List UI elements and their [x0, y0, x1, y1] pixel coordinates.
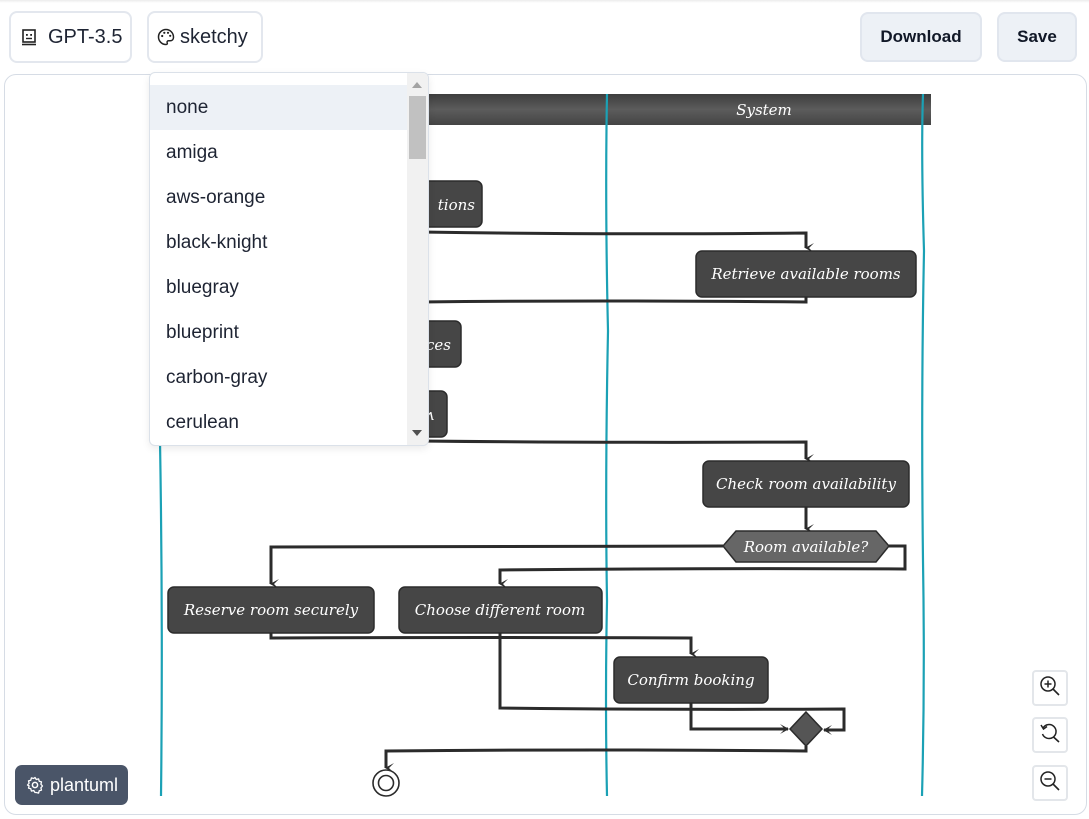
gear-icon	[26, 776, 44, 794]
decision-room-available: Room available?	[722, 530, 890, 563]
theme-dropdown[interactable]: none amiga aws-orange black-knight bluegray b…	[149, 72, 429, 446]
theme-option-aws-orange[interactable]: aws-orange	[150, 175, 408, 220]
theme-option-carbon-gray[interactable]: carbon-gray	[150, 355, 408, 400]
lane-divider-right	[920, 93, 926, 797]
theme-option-none[interactable]: none	[150, 85, 408, 130]
node-confirm-booking: Confirm booking	[613, 656, 769, 704]
dropdown-scrollbar[interactable]	[407, 73, 428, 445]
reset-zoom-button[interactable]	[1032, 717, 1068, 753]
lane-divider-middle	[604, 93, 610, 797]
save-button[interactable]: Save	[997, 12, 1077, 62]
reset-zoom-icon	[1039, 722, 1061, 749]
scroll-down-icon[interactable]	[412, 430, 422, 436]
theme-option-black-knight[interactable]: black-knight	[150, 220, 408, 265]
theme-label: sketchy	[180, 25, 248, 48]
zoom-in-icon	[1039, 675, 1061, 702]
edge-merge-to-end	[384, 746, 808, 773]
edge-options-to-retrieve	[420, 230, 814, 253]
edge-confirm-to-merge	[689, 703, 789, 734]
scroll-up-icon[interactable]	[412, 82, 422, 88]
scrollbar-thumb[interactable]	[409, 96, 426, 159]
model-selector[interactable]: GPT-3.5	[9, 11, 132, 63]
svg-text:tions: tions	[438, 196, 476, 214]
palette-icon	[157, 28, 175, 46]
svg-text:Confirm booking: Confirm booking	[627, 671, 754, 689]
lane-title-system: System	[736, 101, 792, 119]
theme-selector[interactable]: sketchy	[147, 11, 263, 63]
node-retrieve-rooms: Retrieve available rooms	[695, 250, 917, 298]
edge-reserve-to-confirm	[269, 633, 699, 659]
node-choose-different: Choose different room	[398, 586, 603, 634]
zoom-out-button[interactable]	[1032, 765, 1068, 801]
svg-text:Reserve room securely: Reserve room securely	[183, 601, 359, 619]
top-edge	[0, 0, 1089, 3]
svg-text:Check room availability: Check room availability	[716, 475, 896, 493]
node-reserve-room: Reserve room securely	[167, 586, 375, 634]
merge-diamond	[788, 710, 824, 748]
engine-badge[interactable]: plantuml	[15, 765, 128, 805]
model-label: GPT-3.5	[48, 25, 123, 48]
download-button[interactable]: Download	[860, 12, 982, 62]
svg-text:Room available?: Room available?	[743, 538, 870, 556]
zoom-out-icon	[1039, 770, 1061, 797]
svg-text:Choose different room: Choose different room	[415, 601, 585, 619]
theme-option-cerulean[interactable]: cerulean	[150, 400, 408, 445]
theme-option-bluegray[interactable]: bluegray	[150, 265, 408, 310]
svg-text:ces: ces	[426, 336, 451, 354]
end-node	[372, 769, 400, 797]
theme-option-amiga[interactable]: amiga	[150, 130, 408, 175]
svg-text:Retrieve available rooms: Retrieve available rooms	[710, 265, 901, 283]
node-check-availability: Check room availability	[702, 460, 910, 508]
edge-decision-yes	[269, 544, 724, 589]
edge-to-check	[420, 439, 814, 464]
robot-icon	[20, 28, 38, 46]
theme-option-list: none amiga aws-orange black-knight bluegray b…	[150, 85, 408, 445]
engine-label: plantuml	[50, 774, 119, 795]
zoom-in-button[interactable]	[1032, 670, 1068, 706]
theme-option-blueprint[interactable]: blueprint	[150, 310, 408, 355]
